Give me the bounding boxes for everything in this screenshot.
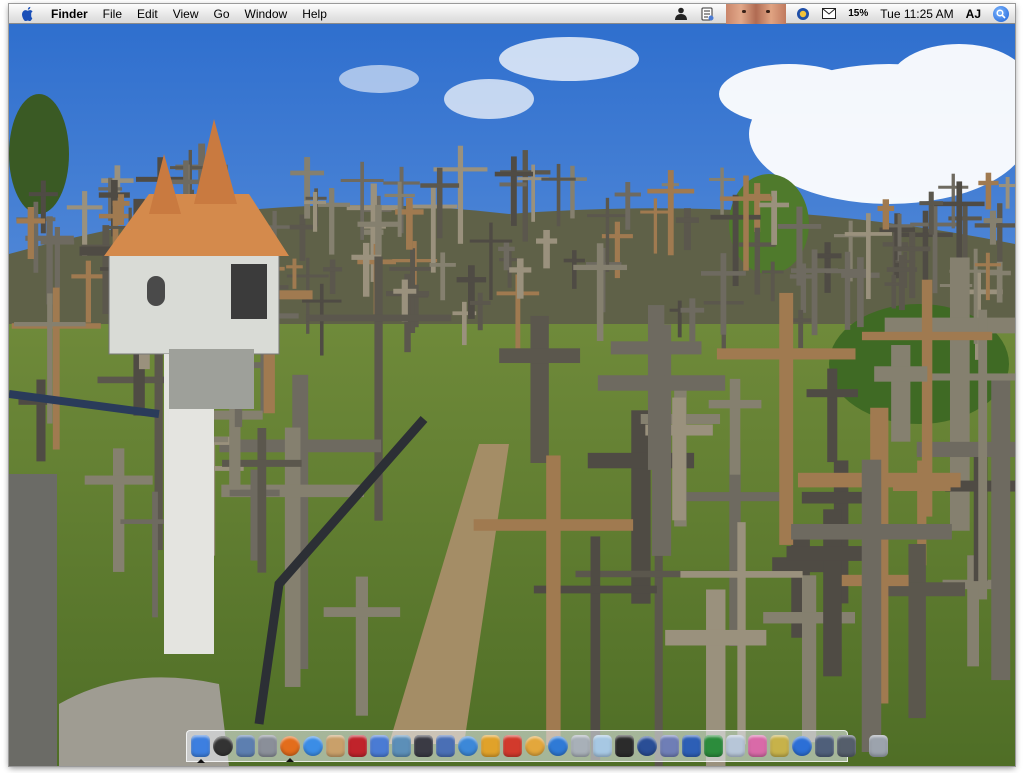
menu-go[interactable]: Go xyxy=(214,7,230,21)
webcam-photo-icon[interactable] xyxy=(726,4,787,24)
dock-acrobat-icon[interactable] xyxy=(348,735,367,757)
apple-menu-icon[interactable] xyxy=(21,6,35,21)
menu-help[interactable]: Help xyxy=(302,7,327,21)
dock-iphoto-icon[interactable] xyxy=(392,735,411,757)
dock-ical-icon[interactable] xyxy=(503,735,522,757)
dock-garageband-icon[interactable] xyxy=(481,735,500,757)
fast-user-switch[interactable]: AJ xyxy=(966,7,981,21)
status-menus: 15% Tue 11:25 AM AJ xyxy=(674,4,1015,24)
menu-clock[interactable]: Tue 11:25 AM xyxy=(880,7,953,21)
dock-itunes-store-icon[interactable] xyxy=(726,735,745,757)
dock-address-book-icon[interactable] xyxy=(326,735,345,757)
dock-quicktime-icon[interactable] xyxy=(548,736,568,756)
dock-itunes-icon[interactable] xyxy=(370,735,389,757)
script-menu-icon[interactable] xyxy=(700,7,714,21)
dock-cyberduck-icon[interactable] xyxy=(637,736,657,756)
dock-safari-icon[interactable] xyxy=(458,736,478,756)
dock xyxy=(186,730,888,763)
desktop-wallpaper xyxy=(9,24,1015,766)
dock-trash-icon[interactable] xyxy=(869,735,888,757)
dock-excel-icon[interactable] xyxy=(704,735,723,757)
dock-terminal-icon[interactable] xyxy=(615,735,634,757)
dock-finder-icon[interactable] xyxy=(191,735,210,763)
sync-status-icon[interactable] xyxy=(796,7,810,21)
dock-image-capture-icon[interactable] xyxy=(571,735,590,757)
dock-idvd-icon[interactable] xyxy=(436,735,455,757)
dock-imovie-icon[interactable] xyxy=(414,735,433,757)
dock-bluetooth-icon[interactable] xyxy=(792,736,812,756)
menu-window[interactable]: Window xyxy=(245,7,288,21)
dock-word-icon[interactable] xyxy=(682,735,701,757)
dock-preview-icon[interactable] xyxy=(593,735,612,757)
menu-edit[interactable]: Edit xyxy=(137,7,158,21)
battery-percentage[interactable]: 15% xyxy=(848,8,868,19)
dock-dashboard-icon[interactable] xyxy=(213,736,233,756)
dock-sync-icon[interactable] xyxy=(525,736,545,756)
dock-widgets-icon[interactable] xyxy=(770,735,789,757)
menu-bar: Finder File Edit View Go Window Help 15%… xyxy=(9,4,1015,24)
dock-firefox-icon[interactable] xyxy=(280,736,300,762)
dock-network-monitor-icon[interactable] xyxy=(837,735,856,757)
dock-system-preferences-icon[interactable] xyxy=(258,735,277,757)
dock-display-settings-icon[interactable] xyxy=(815,735,834,757)
menu-view[interactable]: View xyxy=(173,7,199,21)
dock-ichat-icon[interactable] xyxy=(303,736,323,756)
spotlight-icon[interactable] xyxy=(993,5,1009,22)
menu-app-name[interactable]: Finder xyxy=(51,7,88,21)
menu-file[interactable]: File xyxy=(103,7,122,21)
mail-status-icon[interactable] xyxy=(822,7,837,21)
user-status-icon[interactable] xyxy=(674,7,688,21)
dock-flower-app-icon[interactable] xyxy=(748,735,767,757)
desktop-screen: Finder File Edit View Go Window Help 15%… xyxy=(9,4,1015,766)
dock-mail-icon[interactable] xyxy=(236,735,255,757)
dock-photoshop-icon[interactable] xyxy=(660,735,679,757)
